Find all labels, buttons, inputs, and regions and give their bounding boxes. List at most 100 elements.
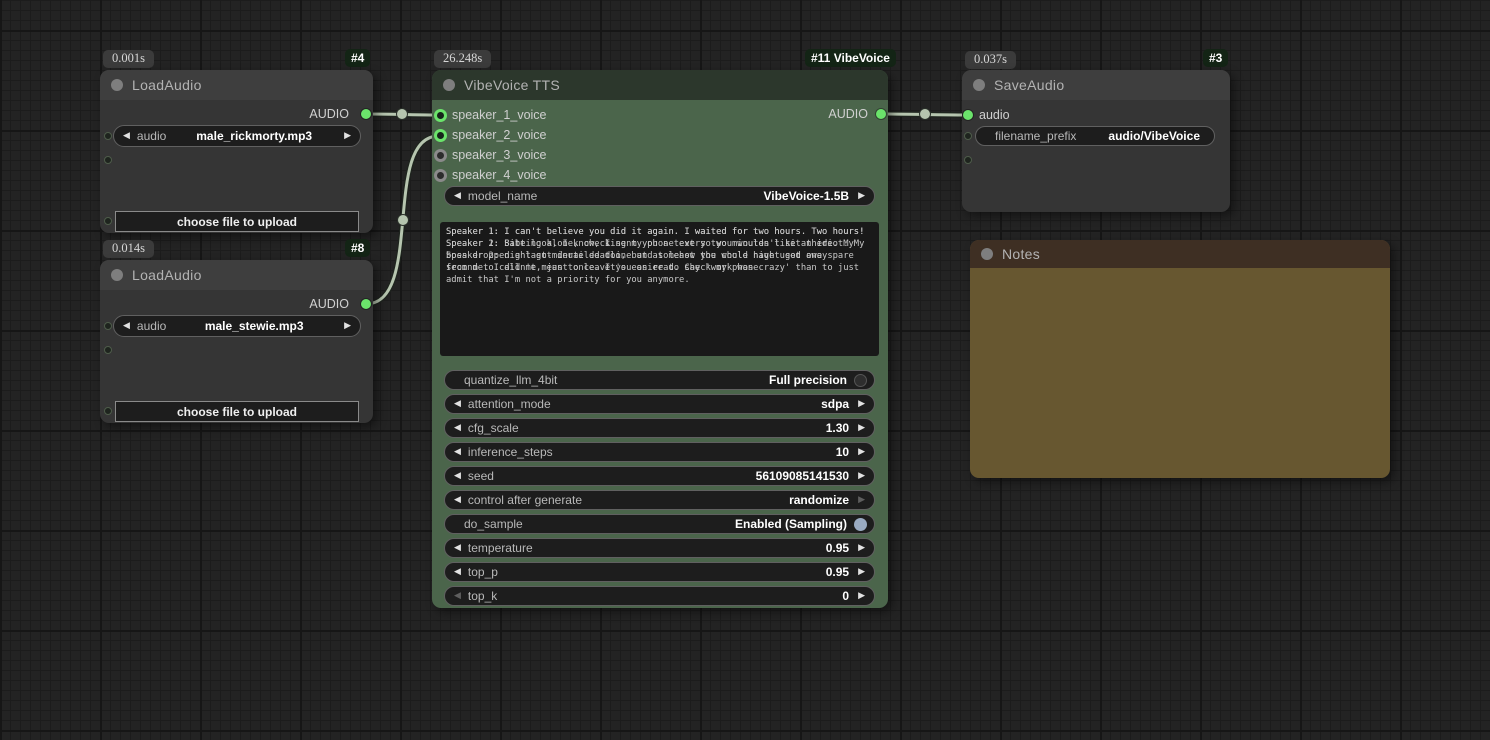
node-load-audio-2[interactable]: LoadAudio AUDIO ◀ audio male_stewie.mp3 …	[100, 260, 373, 423]
prev-value-icon[interactable]: ◀	[452, 591, 463, 601]
node-title-bar[interactable]: LoadAudio	[100, 70, 373, 100]
widget-input-slot[interactable]	[104, 346, 112, 354]
speaker-4-input-slot[interactable]	[434, 169, 447, 182]
notes-text-area[interactable]	[970, 268, 1390, 478]
collapse-dot[interactable]	[111, 269, 123, 281]
next-value-icon[interactable]: ▶	[856, 567, 867, 577]
widget-label: audio	[137, 319, 166, 333]
node-save-audio[interactable]: SaveAudio audio filename_prefix audio/Vi…	[962, 70, 1230, 212]
audio-output-label: AUDIO	[309, 297, 349, 311]
node-id-badge: #11 VibeVoice	[805, 49, 896, 67]
node-title: LoadAudio	[132, 77, 202, 93]
widget-input-slot[interactable]	[104, 156, 112, 164]
node-load-audio-1[interactable]: LoadAudio AUDIO ◀ audio male_rickmorty.m…	[100, 70, 373, 233]
prev-value-icon[interactable]: ◀	[452, 447, 463, 457]
widget-input-slot[interactable]	[964, 156, 972, 164]
choose-file-button[interactable]: choose file to upload	[115, 401, 359, 422]
param-seed[interactable]: ◀ seed 56109085141530 ▶	[444, 466, 875, 486]
prev-value-icon[interactable]: ◀	[452, 567, 463, 577]
widget-input-slot[interactable]	[104, 217, 112, 225]
audio-output-slot[interactable]	[361, 109, 371, 119]
speaker-2-input-slot[interactable]	[434, 129, 447, 142]
audio-combo-widget[interactable]: ◀ audio male_stewie.mp3 ▶	[113, 315, 361, 337]
widget-value: 0.95	[826, 541, 849, 555]
node-title-bar[interactable]: LoadAudio	[100, 260, 373, 290]
param-cfg-scale[interactable]: ◀ cfg_scale 1.30 ▶	[444, 418, 875, 438]
choose-file-button[interactable]: choose file to upload	[115, 211, 359, 232]
next-value-icon[interactable]: ▶	[856, 191, 867, 201]
param-attention-mode[interactable]: ◀ attention_mode sdpa ▶	[444, 394, 875, 414]
next-value-icon[interactable]: ▶	[856, 591, 867, 601]
speaker-1-input-slot[interactable]	[434, 109, 447, 122]
widget-value: Full precision	[769, 373, 847, 387]
widget-input-slot[interactable]	[104, 407, 112, 415]
param-top-p[interactable]: ◀ top_p 0.95 ▶	[444, 562, 875, 582]
prev-value-icon[interactable]: ◀	[452, 471, 463, 481]
node-graph-canvas[interactable]: 0.001s #4 LoadAudio AUDIO ◀ audio male_r…	[0, 0, 1490, 740]
toggle-off-icon[interactable]	[854, 374, 867, 387]
next-value-icon[interactable]: ▶	[856, 399, 867, 409]
prev-value-icon[interactable]: ◀	[121, 321, 132, 331]
wire-midpoint-dot[interactable]	[397, 109, 408, 120]
param-inference-steps[interactable]: ◀ inference_steps 10 ▶	[444, 442, 875, 462]
prev-value-icon[interactable]: ◀	[452, 399, 463, 409]
collapse-dot[interactable]	[111, 79, 123, 91]
collapse-dot[interactable]	[443, 79, 455, 91]
execution-time-badge: 0.014s	[103, 240, 154, 258]
widget-label: inference_steps	[468, 445, 553, 459]
next-value-icon[interactable]: ▶	[856, 447, 867, 457]
widget-label: control after generate	[468, 493, 582, 507]
widget-input-slot[interactable]	[964, 132, 972, 140]
filename-prefix-widget[interactable]: filename_prefix audio/VibeVoice	[975, 126, 1215, 146]
next-value-icon[interactable]: ▶	[856, 495, 867, 505]
widget-value: 56109085141530	[756, 469, 849, 483]
widget-label: cfg_scale	[468, 421, 519, 435]
audio-output-slot[interactable]	[876, 109, 886, 119]
speaker-1-input-label: speaker_1_voice	[452, 108, 547, 122]
prev-value-icon[interactable]: ◀	[121, 131, 132, 141]
param-temperature[interactable]: ◀ temperature 0.95 ▶	[444, 538, 875, 558]
node-title: LoadAudio	[132, 267, 202, 283]
node-title-bar[interactable]: VibeVoice TTS	[432, 70, 888, 100]
param-do-sample[interactable]: do_sample Enabled (Sampling)	[444, 514, 875, 534]
script-text-layer-b: Speaker 1: I can't believe you did it ag…	[446, 226, 864, 286]
widget-label: top_k	[468, 589, 497, 603]
wire-midpoint-dot[interactable]	[920, 109, 931, 120]
collapse-dot[interactable]	[981, 248, 993, 260]
param-control-after-generate[interactable]: ◀ control after generate randomize ▶	[444, 490, 875, 510]
widget-value: 0.95	[826, 565, 849, 579]
speaker-4-input-label: speaker_4_voice	[452, 168, 547, 182]
next-value-icon[interactable]: ▶	[856, 543, 867, 553]
node-title: Notes	[1002, 246, 1040, 262]
widget-input-slot[interactable]	[104, 322, 112, 330]
node-title-bar[interactable]: Notes	[970, 240, 1390, 268]
widget-input-slot[interactable]	[104, 132, 112, 140]
prev-value-icon[interactable]: ◀	[452, 423, 463, 433]
wire-midpoint-dot[interactable]	[398, 215, 409, 226]
param-quantize-llm-4bit[interactable]: quantize_llm_4bit Full precision	[444, 370, 875, 390]
next-value-icon[interactable]: ▶	[342, 131, 353, 141]
widget-value: 10	[836, 445, 849, 459]
audio-input-slot[interactable]	[963, 110, 973, 120]
prev-value-icon[interactable]: ◀	[452, 495, 463, 505]
collapse-dot[interactable]	[973, 79, 985, 91]
widget-value: 0	[842, 589, 849, 603]
model-name-combo-widget[interactable]: ◀ model_name VibeVoice-1.5B ▶	[444, 186, 875, 206]
node-title-bar[interactable]: SaveAudio	[962, 70, 1230, 100]
next-value-icon[interactable]: ▶	[856, 471, 867, 481]
node-id-badge: #8	[345, 239, 370, 257]
next-value-icon[interactable]: ▶	[342, 321, 353, 331]
audio-combo-widget[interactable]: ◀ audio male_rickmorty.mp3 ▶	[113, 125, 361, 147]
prev-value-icon[interactable]: ◀	[452, 543, 463, 553]
speaker-2-input-label: speaker_2_voice	[452, 128, 547, 142]
next-value-icon[interactable]: ▶	[856, 423, 867, 433]
toggle-on-icon[interactable]	[854, 518, 867, 531]
prev-value-icon[interactable]: ◀	[452, 191, 463, 201]
audio-output-slot[interactable]	[361, 299, 371, 309]
node-notes[interactable]: Notes	[970, 240, 1390, 478]
speaker-3-input-slot[interactable]	[434, 149, 447, 162]
param-top-k[interactable]: ◀ top_k 0 ▶	[444, 586, 875, 606]
node-vibevoice-tts[interactable]: VibeVoice TTS speaker_1_voice speaker_2_…	[432, 70, 888, 608]
audio-output-label: AUDIO	[309, 107, 349, 121]
script-text-area[interactable]: Speaker 1: I can't believe you did it ag…	[440, 222, 879, 356]
